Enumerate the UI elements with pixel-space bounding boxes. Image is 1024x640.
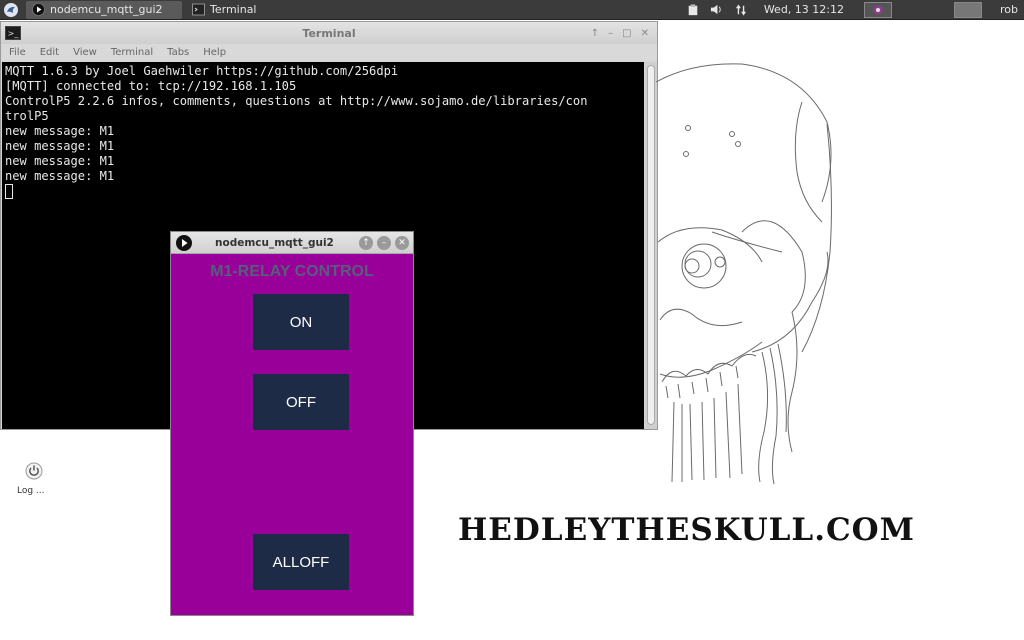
app-thumbnail-icon [873,4,883,15]
window-title: nodemcu_mqtt_gui2 [215,236,334,249]
logout-label: Log ... [17,486,45,496]
menu-file[interactable]: File [9,47,26,58]
terminal-line: new message: M1 [5,169,115,183]
menu-edit[interactable]: Edit [40,47,59,58]
clock[interactable]: Wed, 13 12:12 [764,3,844,16]
logout-desktop-icon[interactable]: Log ... [14,460,54,496]
minimize-icon[interactable]: – [608,28,613,39]
on-button[interactable]: ON [253,294,349,350]
power-icon [25,462,43,480]
menu-help[interactable]: Help [203,47,226,58]
processing-icon [176,234,192,251]
distro-logo-icon [4,2,18,17]
window-controls: ↑ – ✕ [359,235,413,250]
skull-wallpaper-drawing [655,63,832,485]
off-button[interactable]: OFF [253,374,349,430]
user-name[interactable]: rob [1000,3,1018,16]
terminal-line: trolP5 [5,109,49,123]
workspace-2[interactable] [954,1,982,18]
processing-icon [32,3,45,16]
workspace-switcher[interactable] [864,1,892,18]
maximize-icon[interactable]: □ [622,28,631,39]
terminal-titlebar[interactable]: >_ Terminal ↑ – □ ✕ [1,22,657,44]
terminal-line: MQTT 1.6.3 by Joel Gaehwiler https://git… [5,64,399,78]
alloff-button[interactable]: ALLOFF [253,534,349,590]
terminal-menubar: File Edit View Terminal Tabs Help [1,44,657,61]
relay-control-heading: M1-RELAY CONTROL [210,263,374,280]
window-title: Terminal [302,26,356,40]
volume-icon[interactable] [710,3,724,17]
window-controls: ↑ – □ ✕ [591,28,657,39]
terminal-line: [MQTT] connected to: tcp://192.168.1.105 [5,79,297,93]
terminal-line: new message: M1 [5,139,115,153]
menu-tabs[interactable]: Tabs [167,47,189,58]
taskbar-item-label: Terminal [210,3,257,16]
taskbar-item-nodemcu[interactable]: nodemcu_mqtt_gui2 [26,0,182,19]
network-icon[interactable] [734,3,748,17]
brand-wordmark: HEDLEYTHESKULL.COM [458,512,915,548]
maximize-vertical-icon[interactable]: ↑ [359,235,373,250]
minimize-icon[interactable]: – [377,235,391,250]
sketch-window: nodemcu_mqtt_gui2 ↑ – ✕ M1-RELAY CONTROL… [170,231,414,616]
system-tray: Wed, 13 12:12 rob [686,1,1024,18]
terminal-line: new message: M1 [5,154,115,168]
top-panel: nodemcu_mqtt_gui2 Terminal Wed, 13 12:12… [0,0,1024,20]
maximize-vertical-icon[interactable]: ↑ [591,28,599,39]
menu-terminal[interactable]: Terminal [111,47,153,58]
terminal-icon [192,3,205,16]
clipboard-icon[interactable] [686,3,700,17]
sketch-titlebar[interactable]: nodemcu_mqtt_gui2 ↑ – ✕ [171,232,413,254]
menu-view[interactable]: View [73,47,97,58]
close-icon[interactable]: ✕ [641,28,649,39]
terminal-line: ControlP5 2.2.6 infos, comments, questio… [5,94,588,108]
terminal-line: new message: M1 [5,124,115,138]
close-icon[interactable]: ✕ [395,235,409,250]
text-cursor [5,184,13,199]
applications-menu-button[interactable] [0,0,22,20]
taskbar-item-label: nodemcu_mqtt_gui2 [50,3,163,16]
taskbar-item-terminal[interactable]: Terminal [186,1,306,19]
